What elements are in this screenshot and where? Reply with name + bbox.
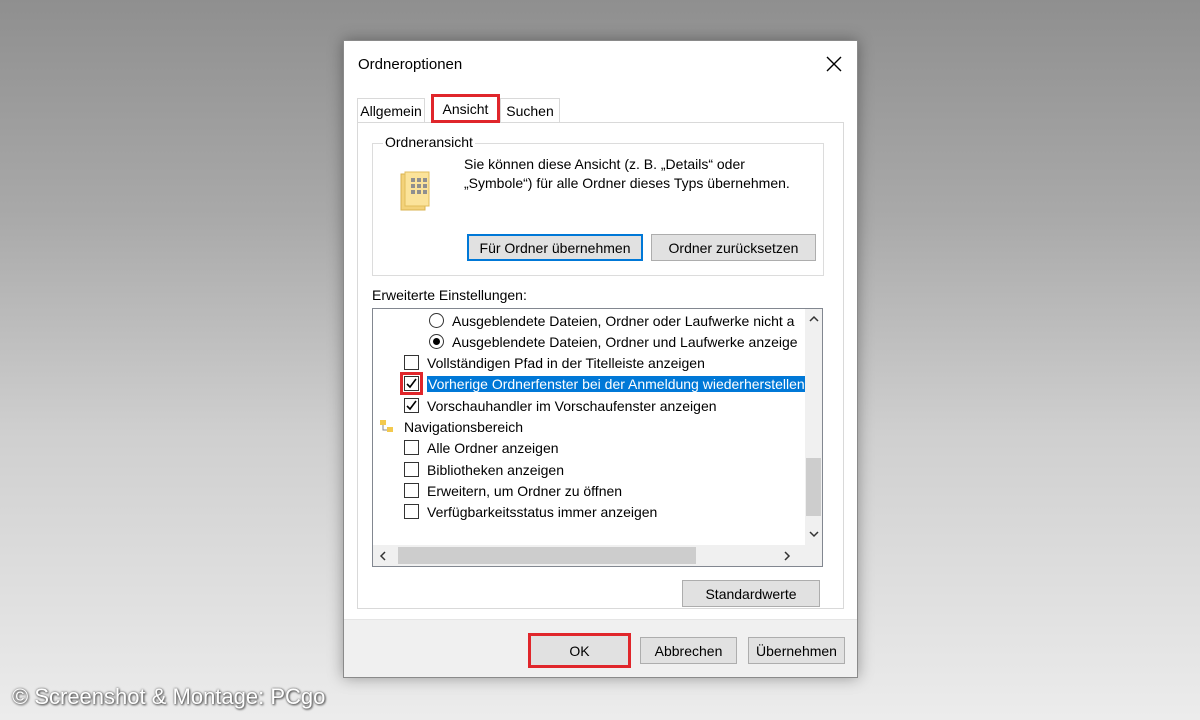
checkbox[interactable] xyxy=(404,355,419,370)
tab-suchen[interactable]: Suchen xyxy=(500,98,560,122)
apply-button[interactable]: Übernehmen xyxy=(748,637,845,664)
folder-options-dialog: Ordneroptionen Allgemein Ansicht Suchen … xyxy=(343,40,858,678)
watermark: © Screenshot & Montage: PCgo xyxy=(12,684,326,709)
ok-label: OK xyxy=(569,642,590,659)
apply-to-folders-button[interactable]: Für Ordner übernehmen xyxy=(467,234,643,261)
dialog-title: Ordneroptionen xyxy=(358,56,463,73)
close-icon xyxy=(826,56,842,72)
list-item[interactable]: Alle Ordner anzeigen xyxy=(404,437,559,458)
checkbox[interactable] xyxy=(404,504,419,519)
tab-control: Allgemein Ansicht Suchen Ordneransicht S… xyxy=(357,94,844,609)
list-item[interactable]: Bibliotheken anzeigen xyxy=(404,459,564,480)
checkbox-checked[interactable] xyxy=(404,398,419,413)
vertical-scroll-thumb[interactable] xyxy=(806,458,821,516)
radio-button[interactable] xyxy=(429,313,444,328)
checkmark-icon xyxy=(406,378,417,389)
folder-view-description: Sie können diese Ansicht (z. B. „Details… xyxy=(464,156,790,191)
scroll-right-icon[interactable] xyxy=(783,550,791,564)
checkbox[interactable] xyxy=(404,483,419,498)
tab-panel-ansicht: Ordneransicht Sie können diese Ansicht (… xyxy=(357,122,844,609)
advanced-settings-label: Erweiterte Einstellungen: xyxy=(372,287,527,303)
scroll-left-icon[interactable] xyxy=(379,550,387,564)
restore-defaults-button[interactable]: Standardwerte xyxy=(682,580,820,607)
apply-label: Übernehmen xyxy=(756,642,837,659)
radio-button-checked[interactable] xyxy=(429,334,444,349)
apply-to-folders-label: Für Ordner übernehmen xyxy=(479,239,631,256)
list-item[interactable]: Verfügbarkeitsstatus immer anzeigen xyxy=(404,501,657,522)
advanced-settings-list[interactable]: Ausgeblendete Dateien, Ordner oder Laufw… xyxy=(372,308,823,567)
checkbox[interactable] xyxy=(404,440,419,455)
horizontal-scrollbar[interactable] xyxy=(373,545,822,566)
list-item[interactable]: Vollständigen Pfad in der Titelleiste an… xyxy=(404,352,705,373)
tab-allgemein[interactable]: Allgemein xyxy=(357,98,425,122)
folder-view-icon xyxy=(400,171,430,211)
checkbox[interactable] xyxy=(404,462,419,477)
list-item[interactable]: Ausgeblendete Dateien, Ordner und Laufwe… xyxy=(429,331,798,352)
scroll-down-icon[interactable] xyxy=(809,527,819,541)
tree-group-navigation: Navigationsbereich xyxy=(379,416,523,437)
ok-button[interactable]: OK xyxy=(528,633,631,668)
close-button[interactable] xyxy=(817,47,851,81)
tab-ansicht[interactable]: Ansicht xyxy=(431,94,500,123)
vertical-scrollbar[interactable] xyxy=(805,309,822,545)
navigation-folder-icon xyxy=(380,420,393,432)
restore-defaults-label: Standardwerte xyxy=(705,585,797,602)
list-item[interactable]: Erweitern, um Ordner zu öffnen xyxy=(404,480,622,501)
cancel-button[interactable]: Abbrechen xyxy=(640,637,737,664)
list-item[interactable]: Ausgeblendete Dateien, Ordner oder Laufw… xyxy=(429,310,794,331)
scroll-up-icon[interactable] xyxy=(809,312,819,326)
folder-view-group: Ordneransicht Sie können diese Ansicht (… xyxy=(372,134,824,276)
reset-folders-button[interactable]: Ordner zurücksetzen xyxy=(651,234,816,261)
cancel-label: Abbrechen xyxy=(654,642,723,659)
folder-view-legend: Ordneransicht xyxy=(383,134,475,150)
reset-folders-label: Ordner zurücksetzen xyxy=(668,239,799,256)
dialog-footer: OK Abbrechen Übernehmen xyxy=(344,620,857,677)
checkmark-icon xyxy=(406,400,417,411)
checkbox-checked[interactable] xyxy=(400,372,423,395)
list-item-selected[interactable]: Vorherige Ordnerfenster bei der Anmeldun… xyxy=(400,372,806,395)
list-item[interactable]: Vorschauhandler im Vorschaufenster anzei… xyxy=(404,395,717,416)
horizontal-scroll-thumb[interactable] xyxy=(398,547,696,564)
